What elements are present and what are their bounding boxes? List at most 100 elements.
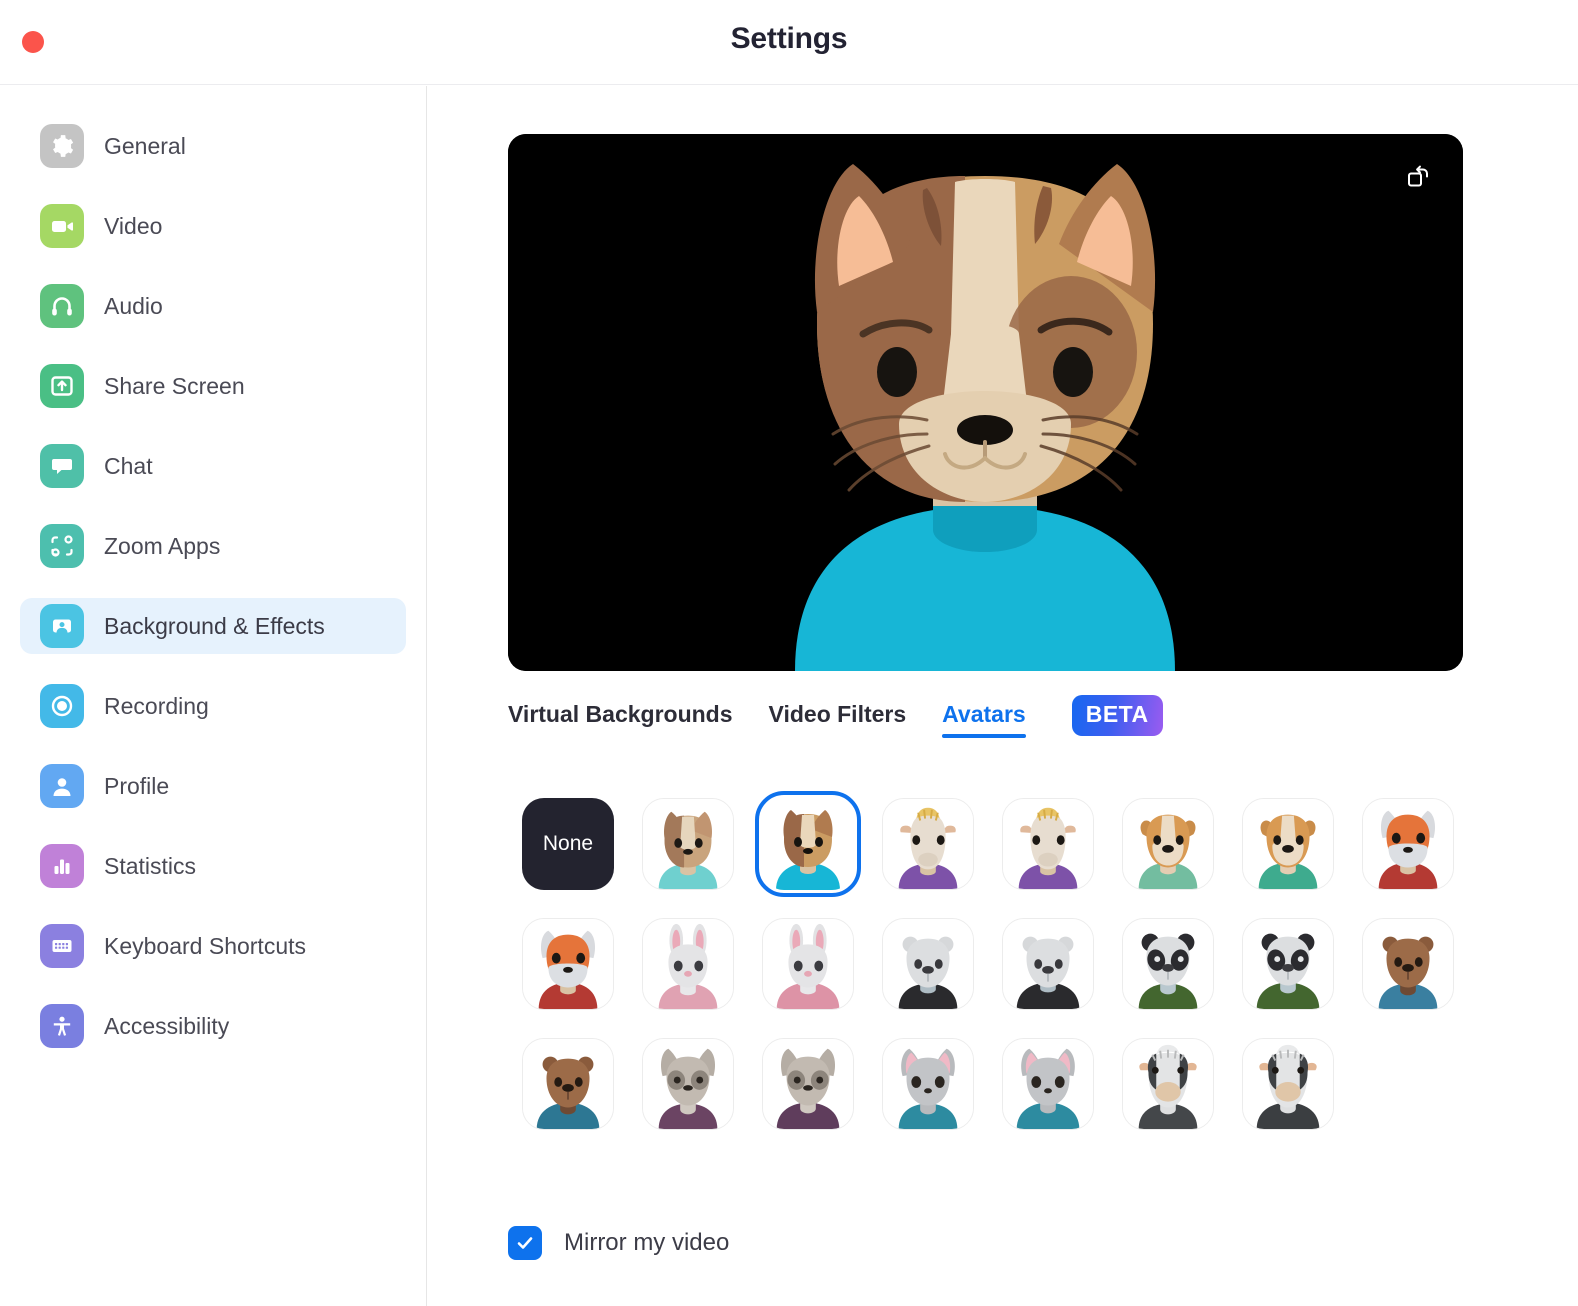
avatar-option-bear-black[interactable]: [882, 918, 974, 1010]
avatar-option-otter-blue-2[interactable]: [522, 1038, 614, 1130]
sidebar-item-audio[interactable]: Audio: [20, 278, 406, 334]
mirror-my-video-row[interactable]: Mirror my video: [508, 1226, 729, 1260]
bar-chart-icon: [40, 844, 84, 888]
avatar-cell: [508, 904, 628, 1024]
avatar-option-cat-light-teal[interactable]: [642, 798, 734, 890]
avatar-cell: [1228, 1024, 1348, 1144]
sidebar-item-label: General: [104, 132, 186, 159]
zoom-apps-icon: [40, 524, 84, 568]
avatar-cell: [748, 784, 868, 904]
avatar-cell: [988, 784, 1108, 904]
avatar-option-horse-purple[interactable]: [882, 798, 974, 890]
sidebar-item-zoom-apps[interactable]: Zoom Apps: [20, 518, 406, 574]
avatar-cell: [748, 1024, 868, 1144]
sidebar-item-background-effects[interactable]: Background & Effects: [20, 598, 406, 654]
avatar-option-raccoon-purple[interactable]: [642, 1038, 734, 1130]
avatar-cell: [868, 1024, 988, 1144]
tab-avatars[interactable]: Avatars: [942, 701, 1026, 738]
sidebar-item-statistics[interactable]: Statistics: [20, 838, 406, 894]
checkmark-icon: [517, 1237, 533, 1249]
avatar-cell: [1108, 1024, 1228, 1144]
avatar-cell: [868, 904, 988, 1024]
tab-virtual-backgrounds[interactable]: Virtual Backgrounds: [508, 701, 733, 738]
avatar-cell: [628, 1024, 748, 1144]
avatar-cell: [988, 904, 1108, 1024]
avatar-cell: [1228, 904, 1348, 1024]
sidebar-item-label: Statistics: [104, 852, 197, 879]
avatar-option-panda-green-2[interactable]: [1242, 918, 1334, 1010]
avatar-cell: [1348, 784, 1468, 904]
video-camera-icon: [40, 204, 84, 248]
avatar-cell: [508, 1024, 628, 1144]
video-preview: [508, 134, 1463, 671]
profile-person-icon: [40, 764, 84, 808]
sidebar-item-general[interactable]: General: [20, 118, 406, 174]
avatar-cell: [988, 1024, 1108, 1144]
sidebar-item-label: Accessibility: [104, 1012, 230, 1039]
avatar-none-label: None: [542, 832, 594, 855]
avatar-cell: [1348, 904, 1468, 1024]
background-effects-icon: [40, 604, 84, 648]
avatar-option-cow-gray-2[interactable]: [1242, 1038, 1334, 1130]
gear-icon: [40, 124, 84, 168]
sidebar-item-accessibility[interactable]: Accessibility: [20, 998, 406, 1054]
avatar-option-cow-gray[interactable]: [1122, 1038, 1214, 1130]
avatar-cell: [1108, 904, 1228, 1024]
sidebar-item-video[interactable]: Video: [20, 198, 406, 254]
avatar-option-dog-green-2[interactable]: [1242, 798, 1334, 890]
rotate-flip-icon[interactable]: [1401, 160, 1435, 194]
avatar-cell: None: [508, 784, 628, 904]
sidebar-item-share-screen[interactable]: Share Screen: [20, 358, 406, 414]
avatar-option-cat-gray-teal-2[interactable]: [1002, 1038, 1094, 1130]
sidebar-item-chat[interactable]: Chat: [20, 438, 406, 494]
keyboard-icon: [40, 924, 84, 968]
record-icon: [40, 684, 84, 728]
avatar-option-cat-gray-teal[interactable]: [882, 1038, 974, 1130]
avatar-cell-empty: [1348, 1024, 1468, 1144]
avatar-option-rabbit-pink-2[interactable]: [762, 918, 854, 1010]
sidebar-item-label: Profile: [104, 772, 170, 799]
avatar-option-rabbit-pink[interactable]: [642, 918, 734, 1010]
chat-bubble-icon: [40, 444, 84, 488]
avatar-grid: None: [508, 784, 1508, 1144]
beta-badge: BETA: [1071, 695, 1163, 736]
accessibility-icon: [40, 1004, 84, 1048]
avatar-option-otter-blue[interactable]: [1362, 918, 1454, 1010]
sidebar-item-label: Share Screen: [104, 372, 245, 399]
avatar-option-dog-green[interactable]: [1122, 798, 1214, 890]
mirror-my-video-checkbox[interactable]: [508, 1226, 542, 1260]
headphones-icon: [40, 284, 84, 328]
avatar-option-fox-red[interactable]: [1362, 798, 1454, 890]
sidebar-item-label: Zoom Apps: [104, 532, 221, 559]
sidebar-item-label: Keyboard Shortcuts: [104, 932, 307, 959]
avatar-option-cat-brown-tan[interactable]: [755, 791, 861, 897]
avatar-cell: [628, 784, 748, 904]
avatar-option-raccoon-purple-2[interactable]: [762, 1038, 854, 1130]
avatar-option-panda-green[interactable]: [1122, 918, 1214, 1010]
avatar-cell: [1108, 784, 1228, 904]
avatar-preview-render: [508, 134, 1463, 671]
sidebar-item-profile[interactable]: Profile: [20, 758, 406, 814]
avatar-cell: [748, 904, 868, 1024]
avatar-option-bear-black-2[interactable]: [1002, 918, 1094, 1010]
avatar-option-fox-red-2[interactable]: [522, 918, 614, 1010]
sidebar-item-keyboard-shortcuts[interactable]: Keyboard Shortcuts: [20, 918, 406, 974]
share-screen-icon: [40, 364, 84, 408]
settings-sidebar: General Video Audio Share Screen Chat Zo…: [0, 86, 427, 1306]
window-title: Settings: [730, 22, 848, 55]
sidebar-item-label: Video: [104, 212, 163, 239]
avatar-cell: [868, 784, 988, 904]
sidebar-item-label: Chat: [104, 452, 153, 479]
settings-window: Settings General Video Audio Share Scree…: [0, 0, 1578, 1306]
avatar-cell: [628, 904, 748, 1024]
effects-tabs: Virtual Backgrounds Video Filters Avatar…: [508, 693, 1163, 745]
sidebar-item-label: Background & Effects: [104, 612, 325, 639]
sidebar-item-recording[interactable]: Recording: [20, 678, 406, 734]
avatar-cell: [1228, 784, 1348, 904]
settings-content: Virtual Backgrounds Video Filters Avatar…: [428, 86, 1578, 1306]
avatar-option-none[interactable]: None: [522, 798, 614, 890]
avatar-option-horse-purple-2[interactable]: [1002, 798, 1094, 890]
tab-video-filters[interactable]: Video Filters: [769, 701, 907, 738]
sidebar-item-label: Recording: [104, 692, 209, 719]
title-bar: Settings: [0, 0, 1578, 85]
